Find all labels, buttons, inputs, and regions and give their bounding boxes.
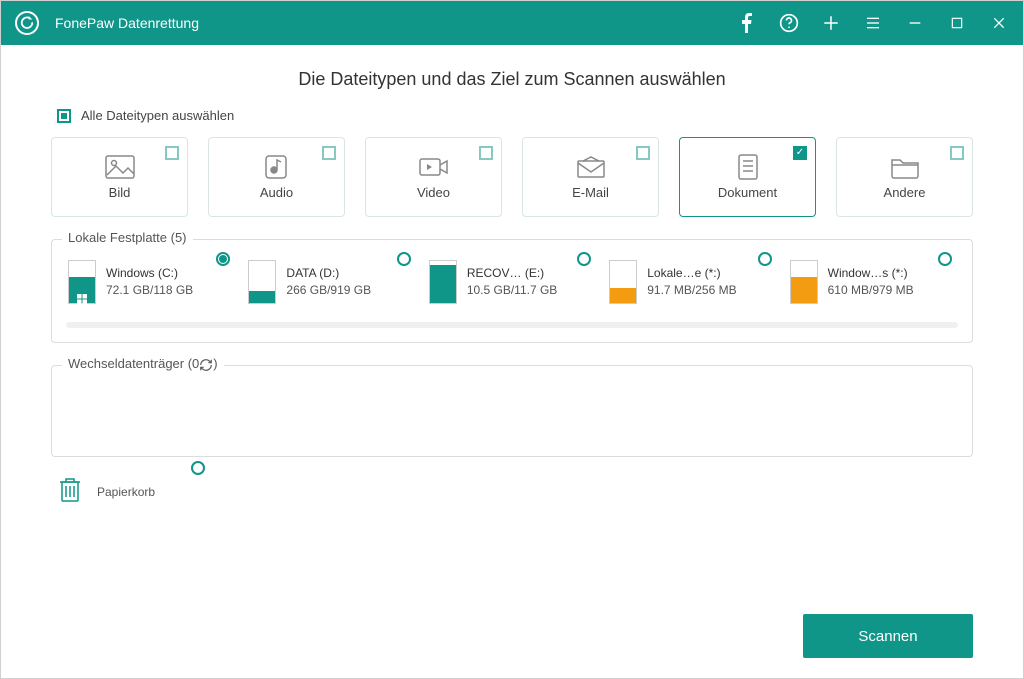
recycle-radio[interactable] xyxy=(191,461,205,475)
drive-g[interactable]: Window…s (*:) 610 MB/979 MB xyxy=(788,256,958,308)
type-checkbox-video[interactable] xyxy=(479,146,493,160)
local-drives-group: Lokale Festplatte (5) Windows (C:) 72.1 … xyxy=(51,239,973,343)
drive-usage-bar-d xyxy=(248,260,276,304)
recycle-bin-label: Papierkorb xyxy=(97,485,155,499)
windows-logo-icon xyxy=(77,291,87,301)
drive-radio-c[interactable] xyxy=(216,252,230,266)
drive-info-f: Lokale…e (*:) 91.7 MB/256 MB xyxy=(647,265,736,299)
select-all-row[interactable]: Alle Dateitypen auswählen xyxy=(57,108,973,123)
refresh-icon[interactable] xyxy=(199,358,213,372)
type-card-email[interactable]: E-Mail xyxy=(522,137,659,217)
trash-icon xyxy=(57,475,83,508)
drive-e[interactable]: RECOV… (E:) 10.5 GB/11.7 GB xyxy=(427,256,597,308)
drive-usage-bar-c xyxy=(68,260,96,304)
app-title: FonePaw Datenrettung xyxy=(55,15,737,31)
type-card-other[interactable]: Andere xyxy=(836,137,973,217)
recycle-bin-option[interactable]: Papierkorb xyxy=(51,475,973,508)
type-card-document[interactable]: Dokument xyxy=(679,137,816,217)
select-all-checkbox[interactable] xyxy=(57,109,71,123)
drive-usage-bar-e xyxy=(429,260,457,304)
email-icon xyxy=(576,155,606,179)
type-checkbox-image[interactable] xyxy=(165,146,179,160)
drive-usage-bar-f xyxy=(609,260,637,304)
folder-icon xyxy=(890,155,920,179)
type-checkbox-other[interactable] xyxy=(950,146,964,160)
type-checkbox-email[interactable] xyxy=(636,146,650,160)
drive-radio-e[interactable] xyxy=(577,252,591,266)
type-checkbox-audio[interactable] xyxy=(322,146,336,160)
type-label-audio: Audio xyxy=(260,185,293,200)
drive-c[interactable]: Windows (C:) 72.1 GB/118 GB xyxy=(66,256,236,308)
type-card-video[interactable]: Video xyxy=(365,137,502,217)
scan-button[interactable]: Scannen xyxy=(803,614,973,658)
drives-row: Windows (C:) 72.1 GB/118 GB DATA (D:) 26… xyxy=(66,256,958,308)
page-heading: Die Dateitypen und das Ziel zum Scannen … xyxy=(51,69,973,90)
drive-radio-f[interactable] xyxy=(758,252,772,266)
menu-icon[interactable] xyxy=(863,13,883,33)
drive-info-g: Window…s (*:) 610 MB/979 MB xyxy=(828,265,914,299)
type-label-email: E-Mail xyxy=(572,185,609,200)
titlebar-controls xyxy=(737,13,1009,33)
title-bar: FonePaw Datenrettung xyxy=(1,1,1023,45)
file-types-grid: Bild Audio Video E-Mail Dokument xyxy=(51,137,973,217)
removable-drives-label: Wechseldatenträger (0) xyxy=(62,356,224,372)
type-label-image: Bild xyxy=(109,185,131,200)
drive-usage-bar-g xyxy=(790,260,818,304)
drive-radio-d[interactable] xyxy=(397,252,411,266)
audio-icon xyxy=(262,155,292,179)
video-icon xyxy=(419,155,449,179)
drive-info-e: RECOV… (E:) 10.5 GB/11.7 GB xyxy=(467,265,558,299)
app-logo-icon xyxy=(15,11,39,35)
main-content: Die Dateitypen und das Ziel zum Scannen … xyxy=(1,45,1023,678)
removable-drives-group: Wechseldatenträger (0) xyxy=(51,365,973,457)
close-icon[interactable] xyxy=(989,13,1009,33)
help-icon[interactable] xyxy=(779,13,799,33)
drive-info-c: Windows (C:) 72.1 GB/118 GB xyxy=(106,265,193,299)
app-window: FonePaw Datenrettung Die Dateitypen und … xyxy=(0,0,1024,679)
type-card-audio[interactable]: Audio xyxy=(208,137,345,217)
facebook-icon[interactable] xyxy=(737,13,757,33)
select-all-label: Alle Dateitypen auswählen xyxy=(81,108,234,123)
local-drives-label: Lokale Festplatte (5) xyxy=(62,230,193,245)
drive-f[interactable]: Lokale…e (*:) 91.7 MB/256 MB xyxy=(607,256,777,308)
type-label-video: Video xyxy=(417,185,450,200)
drives-scrollbar[interactable] xyxy=(66,322,958,328)
drive-radio-g[interactable] xyxy=(938,252,952,266)
type-label-other: Andere xyxy=(884,185,926,200)
type-checkbox-document[interactable] xyxy=(793,146,807,160)
plus-icon[interactable] xyxy=(821,13,841,33)
type-card-image[interactable]: Bild xyxy=(51,137,188,217)
type-label-document: Dokument xyxy=(718,185,777,200)
maximize-icon[interactable] xyxy=(947,13,967,33)
document-icon xyxy=(733,155,763,179)
drive-info-d: DATA (D:) 266 GB/919 GB xyxy=(286,265,371,299)
minimize-icon[interactable] xyxy=(905,13,925,33)
image-icon xyxy=(105,155,135,179)
drive-d[interactable]: DATA (D:) 266 GB/919 GB xyxy=(246,256,416,308)
